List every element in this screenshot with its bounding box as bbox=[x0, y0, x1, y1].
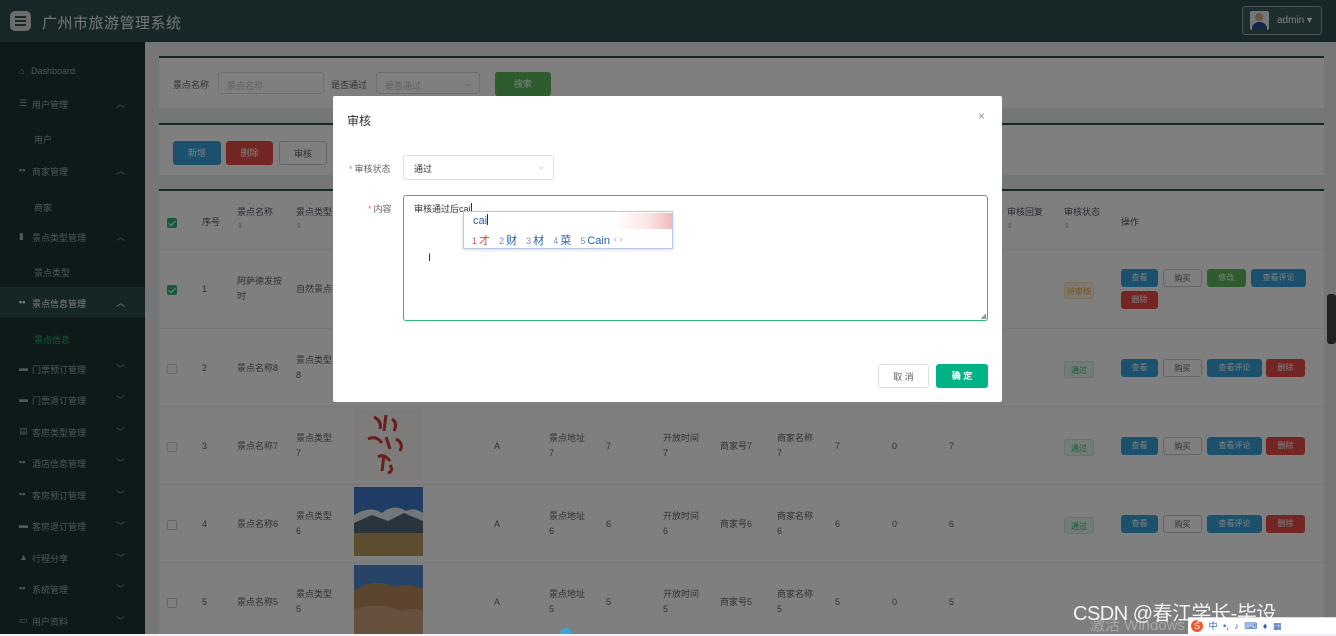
ime-candidate[interactable]: 2财 bbox=[499, 235, 517, 247]
ime-candidates: 1才 2财 3材 4菜 5 Cain bbox=[472, 232, 616, 248]
ime-pager[interactable]: ‹ › bbox=[614, 234, 623, 244]
chevron-down-icon: ⌄ bbox=[537, 161, 545, 171]
audit-status-select[interactable]: 通过 ⌄ bbox=[403, 155, 554, 180]
confirm-button[interactable]: 确 定 bbox=[936, 364, 988, 388]
csdn-watermark: CSDN @春江学长-毕设 bbox=[1073, 603, 1276, 625]
content-field-label: * 内容 bbox=[368, 204, 392, 214]
close-icon[interactable]: × bbox=[978, 109, 985, 123]
dialog-title: 审核 bbox=[347, 114, 372, 128]
ime-skin-decoration bbox=[614, 213, 672, 229]
cancel-button[interactable]: 取 消 bbox=[878, 364, 929, 388]
ime-candidate[interactable]: 4菜 bbox=[553, 235, 571, 247]
ime-candidate-window: cai 1才 2财 3材 4菜 5 Cain ‹ › bbox=[463, 211, 673, 249]
ime-candidate[interactable]: 1才 bbox=[472, 235, 490, 247]
ime-candidate[interactable]: 5 Cain bbox=[580, 235, 610, 247]
taskbar-indicator bbox=[560, 628, 572, 634]
status-field-label: * 审核状态 bbox=[349, 164, 391, 174]
ime-candidate[interactable]: 3材 bbox=[526, 235, 544, 247]
audit-status-value: 通过 bbox=[414, 164, 433, 174]
audit-dialog: 审核 × * 审核状态 通过 ⌄ * 内容 审核通过后cai ◢ cai 1才 2财… bbox=[333, 96, 1002, 402]
resize-handle-icon[interactable]: ◢ bbox=[981, 312, 986, 320]
text-cursor-icon: I bbox=[428, 252, 432, 264]
ime-pinyin: cai bbox=[473, 214, 489, 227]
